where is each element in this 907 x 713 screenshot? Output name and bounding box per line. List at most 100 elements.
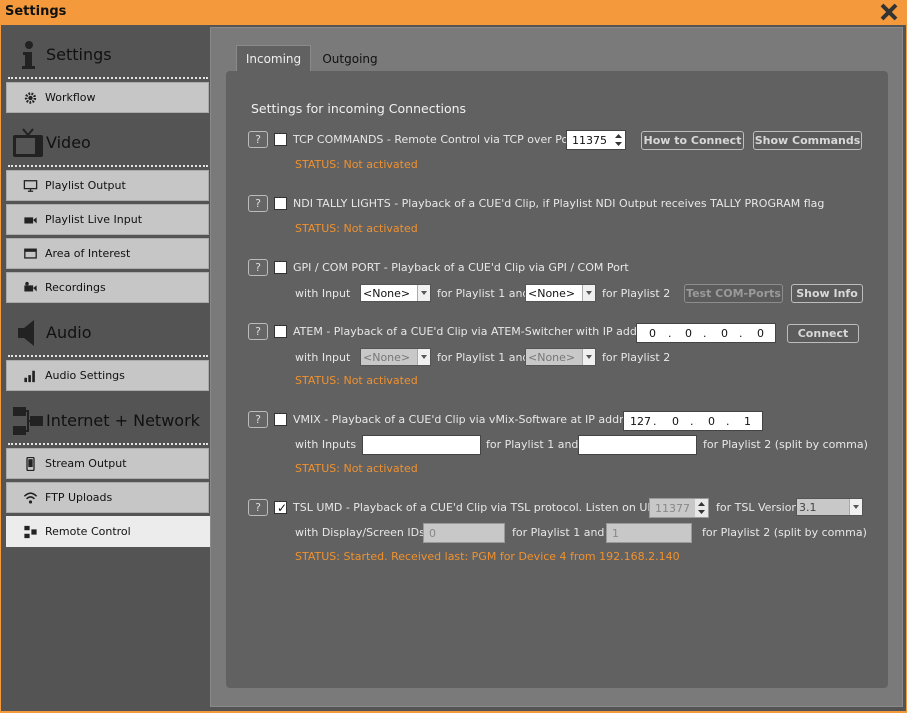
vmix-playlist1-input[interactable]	[362, 435, 481, 455]
tsl-help-button[interactable]: ?	[248, 499, 268, 516]
sidebar-section-video: Video	[4, 121, 210, 165]
ip-octet: 0	[757, 327, 764, 340]
vmix-with-inputs-label: with Inputs	[295, 438, 357, 451]
atem-checkbox[interactable]	[274, 325, 287, 338]
tsl-version-select[interactable]: 3.1	[796, 498, 863, 516]
atem-input2-value: <None>	[528, 351, 576, 364]
sidebar-item-label: Audio Settings	[45, 369, 125, 382]
record-icon	[24, 281, 37, 292]
tcp-checkbox[interactable]	[274, 133, 287, 146]
incoming-settings: Settings for incoming Connections ? TCP …	[226, 71, 888, 688]
atem-ip-input[interactable]: 0 . 0 . 0 . 0	[636, 323, 776, 343]
connect-button[interactable]: Connect	[787, 324, 859, 343]
tsl-playlist1-id-input[interactable]: 0	[423, 523, 505, 543]
sidebar-item-playlist-output[interactable]: Playlist Output	[6, 170, 209, 201]
spinner-icon[interactable]	[695, 499, 708, 517]
ip-octet: 0	[685, 327, 692, 340]
sidebar-item-playlist-live-input[interactable]: Playlist Live Input	[6, 204, 209, 235]
tcp-label: TCP COMMANDS - Remote Control via TCP ov…	[293, 133, 581, 146]
sidebar-item-label: Stream Output	[45, 457, 127, 470]
tsl-playlist2-id-input[interactable]: 1	[606, 523, 692, 543]
info-icon	[22, 41, 35, 69]
tsl-port-input[interactable]: 11377	[649, 498, 709, 518]
gpi-input2-select[interactable]: <None>	[525, 284, 596, 302]
sidebar: Settings Workflow Video Playlist Output …	[4, 25, 212, 707]
spinner-icon[interactable]	[612, 131, 625, 149]
tab-outgoing[interactable]: Outgoing	[315, 46, 385, 73]
tcp-help-button[interactable]: ?	[248, 131, 268, 148]
sidebar-section-label: Audio	[46, 323, 92, 342]
atem-for-playlist1-label: for Playlist 1 and	[437, 351, 530, 364]
tsl-for-playlist1-label: for Playlist 1 and	[512, 526, 605, 539]
sidebar-item-label: Workflow	[45, 91, 96, 104]
atem-with-input-label: with Input	[295, 351, 351, 364]
how-to-connect-button[interactable]: How to Connect	[641, 131, 744, 150]
ndi-help-button[interactable]: ?	[248, 195, 268, 212]
ip-octet: 0	[672, 415, 679, 428]
tcp-port-value: 11375	[572, 134, 607, 147]
speaker-icon	[18, 320, 34, 346]
ip-octet: 1	[744, 415, 751, 428]
chevron-down-icon	[417, 349, 430, 365]
tsl-status: STATUS: Started. Received last: PGM for …	[295, 550, 680, 563]
atem-help-button[interactable]: ?	[248, 323, 268, 340]
wifi-icon	[23, 492, 38, 504]
divider	[8, 355, 208, 357]
atem-input2-select[interactable]: <None>	[525, 348, 596, 366]
tsl-ids-label: with Display/Screen IDs	[295, 526, 425, 539]
show-commands-button[interactable]: Show Commands	[753, 131, 862, 150]
gpi-for-playlist2-label: for Playlist 2	[602, 287, 671, 300]
atem-input1-select[interactable]: <None>	[360, 348, 431, 366]
show-info-button[interactable]: Show Info	[791, 284, 863, 303]
vmix-for-playlist2-label: for Playlist 2 (split by comma)	[703, 438, 868, 451]
vmix-playlist2-input[interactable]	[578, 435, 697, 455]
ndi-label: NDI TALLY LIGHTS - Playback of a CUE'd C…	[293, 197, 825, 210]
bars-icon	[24, 370, 35, 383]
tsl-version-label: for TSL Version	[716, 501, 799, 514]
divider	[8, 165, 208, 167]
sidebar-section-label: Video	[46, 133, 91, 152]
gpi-checkbox[interactable]	[274, 261, 287, 274]
tcp-port-input[interactable]: 11375	[566, 130, 626, 150]
chevron-down-icon	[417, 285, 430, 301]
sidebar-item-workflow[interactable]: Workflow	[6, 82, 209, 113]
atem-status: STATUS: Not activated	[295, 374, 418, 387]
sidebar-section-label: Settings	[46, 45, 112, 64]
gpi-help-button[interactable]: ?	[248, 259, 268, 276]
ip-octet: 0	[649, 327, 656, 340]
atem-label: ATEM - Playback of a CUE'd Clip via ATEM…	[293, 325, 664, 338]
window-title: Settings	[5, 4, 67, 19]
divider	[8, 443, 208, 445]
vmix-for-playlist1-label: for Playlist 1 and	[486, 438, 579, 451]
test-com-ports-button[interactable]: Test COM-Ports	[684, 284, 783, 303]
page-title: Settings for incoming Connections	[251, 101, 467, 116]
sidebar-section-internet-network: Internet + Network	[4, 399, 210, 443]
settings-panel: Incoming Outgoing Settings for incoming …	[210, 27, 903, 707]
vmix-ip-input[interactable]: 127 . 0 . 0 . 1	[623, 411, 763, 431]
close-icon[interactable]	[879, 2, 899, 22]
atem-input1-value: <None>	[363, 351, 411, 364]
tsl-checkbox[interactable]: ✓	[274, 501, 287, 515]
sidebar-item-label: Recordings	[45, 281, 106, 294]
gpi-label: GPI / COM PORT - Playback of a CUE'd Cli…	[293, 261, 629, 274]
phone-icon	[26, 457, 35, 471]
ndi-checkbox[interactable]	[274, 197, 287, 210]
camera-icon	[24, 217, 37, 224]
title-bar: Settings	[0, 0, 907, 25]
gpi-input1-value: <None>	[363, 287, 411, 300]
gpi-input1-select[interactable]: <None>	[360, 284, 431, 302]
sidebar-item-stream-output[interactable]: Stream Output	[6, 448, 209, 479]
vmix-label: VMIX - Playback of a CUE'd Clip via vMix…	[293, 413, 646, 426]
sidebar-item-recordings[interactable]: Recordings	[6, 272, 209, 303]
sidebar-item-audio-settings[interactable]: Audio Settings	[6, 360, 209, 391]
tab-incoming[interactable]: Incoming	[236, 45, 311, 72]
gpi-input2-value: <None>	[528, 287, 576, 300]
sidebar-item-ftp-uploads[interactable]: FTP Uploads	[6, 482, 209, 513]
vmix-help-button[interactable]: ?	[248, 411, 268, 428]
sidebar-item-area-of-interest[interactable]: Area of Interest	[6, 238, 209, 269]
sidebar-item-label: FTP Uploads	[45, 491, 113, 504]
ndi-status: STATUS: Not activated	[295, 222, 418, 235]
sidebar-item-remote-control[interactable]: Remote Control	[6, 516, 212, 547]
divider	[8, 77, 208, 79]
vmix-checkbox[interactable]	[274, 413, 287, 426]
